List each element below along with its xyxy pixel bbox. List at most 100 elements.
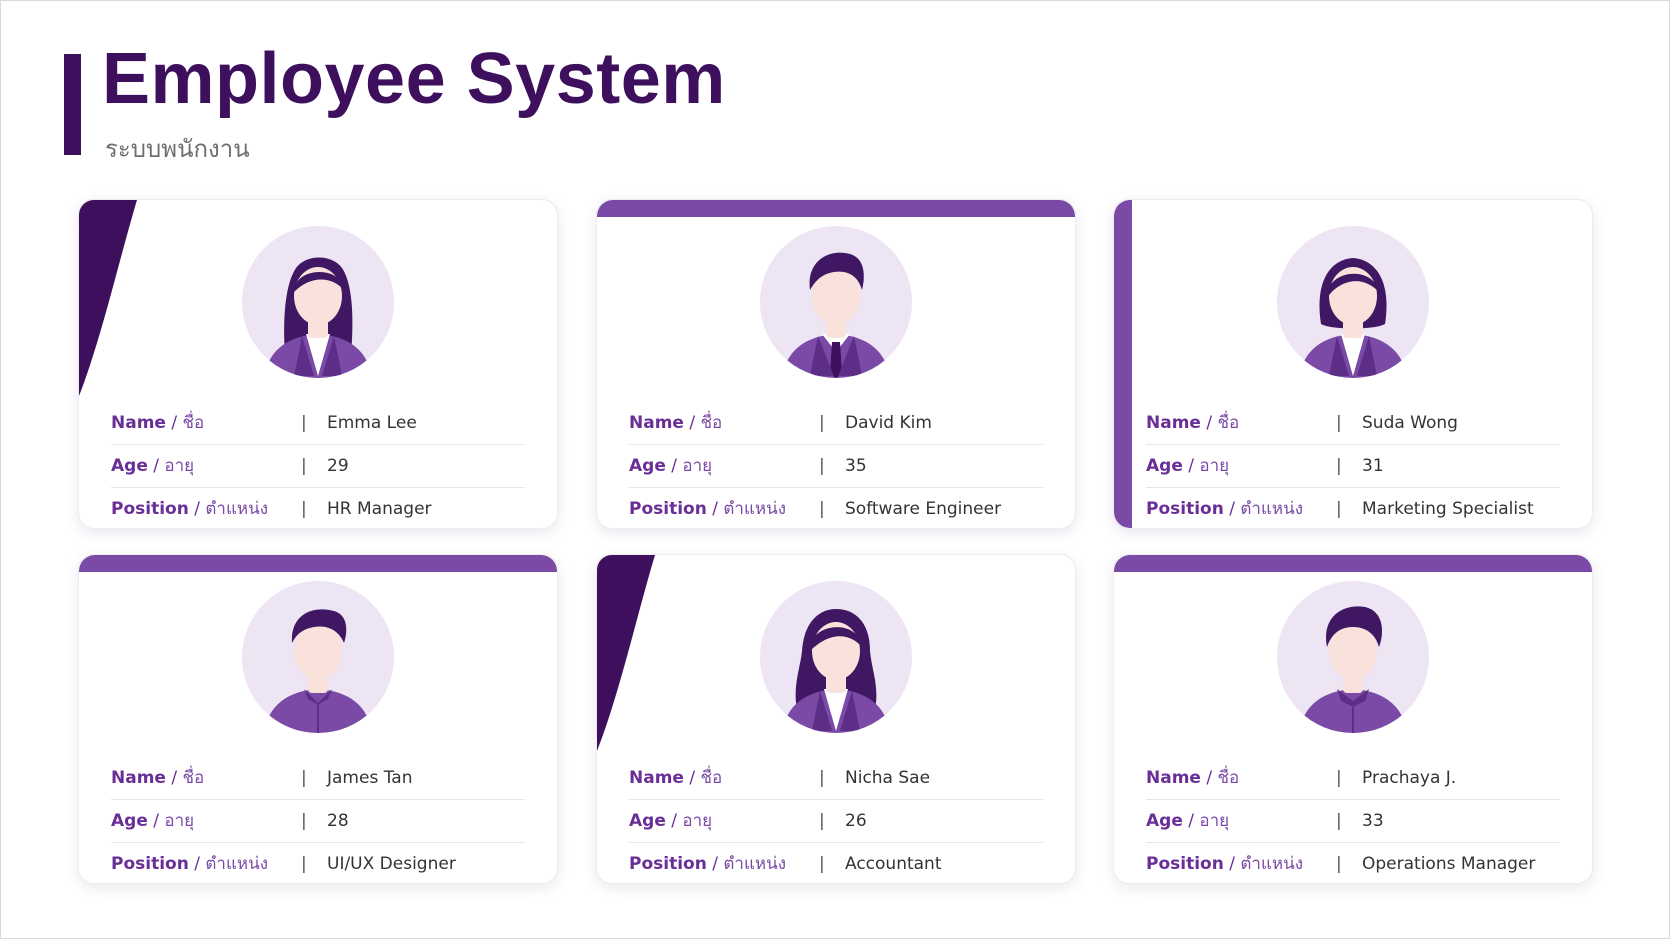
top-accent-bar (79, 555, 557, 572)
label-slash: / (1229, 854, 1235, 874)
name-value: James Tan (327, 768, 413, 788)
separator: | (1336, 811, 1342, 831)
separator: | (1336, 854, 1342, 874)
age-row: Age / อายุ | 26 (629, 800, 1043, 843)
label-slash: / (671, 456, 677, 476)
position-label-th: ตำแหน่ง (205, 854, 269, 874)
age-row: Age / อายุ | 33 (1146, 800, 1560, 843)
separator: | (301, 854, 307, 874)
label-slash: / (1229, 499, 1235, 519)
separator: | (301, 456, 307, 476)
employee-card[interactable]: Name / ชื่อ | Suda Wong Age / อายุ | 31 … (1113, 199, 1593, 529)
employee-info: Name / ชื่อ | Prachaya J. Age / อายุ | 3… (1146, 757, 1560, 883)
employee-info: Name / ชื่อ | Emma Lee Age / อายุ | 29 P… (111, 402, 525, 528)
age-label-th: อายุ (682, 811, 713, 831)
label-slash: / (1206, 413, 1213, 433)
avatar-female-bob (1277, 226, 1429, 378)
name-label-en: Name (1146, 413, 1201, 433)
name-label-en: Name (111, 413, 166, 433)
age-value: 35 (845, 456, 867, 476)
age-row: Age / อายุ | 28 (111, 800, 525, 843)
separator: | (301, 499, 307, 519)
position-value: Software Engineer (845, 499, 1002, 519)
age-value: 29 (327, 456, 349, 476)
employee-card[interactable]: Name / ชื่อ | Nicha Sae Age / อายุ | 26 … (596, 554, 1076, 884)
age-label-en: Age (629, 811, 666, 831)
age-row: Age / อายุ | 35 (629, 445, 1043, 488)
position-label-th: ตำแหน่ง (723, 854, 787, 874)
age-label-th: อายุ (164, 456, 195, 476)
name-value: Emma Lee (327, 413, 417, 433)
position-value: Marketing Specialist (1362, 499, 1534, 519)
name-row: Name / ชื่อ | Suda Wong (1146, 402, 1560, 445)
top-accent-bar (1114, 555, 1592, 572)
corner-swoosh-decoration (79, 200, 137, 396)
separator: | (819, 768, 825, 788)
position-row: Position / ตำแหน่ง | UI/UX Designer (111, 843, 525, 883)
age-value: 33 (1362, 811, 1384, 831)
title-accent-bar (64, 54, 81, 155)
corner-swoosh-decoration (597, 555, 655, 751)
employee-info: Name / ชื่อ | James Tan Age / อายุ | 28 … (111, 757, 525, 883)
employee-card[interactable]: Name / ชื่อ | Emma Lee Age / อายุ | 29 P… (78, 199, 558, 529)
position-row: Position / ตำแหน่ง | Software Engineer (629, 488, 1043, 528)
position-label-th: ตำแหน่ง (1240, 499, 1304, 519)
position-label-en: Position (111, 499, 189, 519)
separator: | (819, 413, 825, 433)
avatar-male-shirt (242, 581, 394, 733)
page-title: Employee System (102, 39, 726, 119)
separator: | (1336, 456, 1342, 476)
page-subtitle: ระบบพนักงาน (105, 135, 250, 163)
avatar-female-wavy (760, 581, 912, 733)
avatar-male-tie (760, 226, 912, 378)
separator: | (1336, 499, 1342, 519)
employee-info: Name / ชื่อ | Suda Wong Age / อายุ | 31 … (1146, 402, 1560, 528)
separator: | (1336, 413, 1342, 433)
position-row: Position / ตำแหน่ง | Accountant (629, 843, 1043, 883)
position-value: Accountant (845, 854, 942, 874)
name-label-en: Name (629, 768, 684, 788)
employee-card[interactable]: Name / ชื่อ | Prachaya J. Age / อายุ | 3… (1113, 554, 1593, 884)
position-label-th: ตำแหน่ง (205, 499, 269, 519)
label-slash: / (153, 811, 159, 831)
avatar-male-collar (1277, 581, 1429, 733)
left-accent-bar (1114, 200, 1132, 528)
label-slash: / (1188, 456, 1194, 476)
position-label-en: Position (1146, 499, 1224, 519)
name-value: Nicha Sae (845, 768, 931, 788)
position-row: Position / ตำแหน่ง | HR Manager (111, 488, 525, 528)
employee-card[interactable]: Name / ชื่อ | David Kim Age / อายุ | 35 … (596, 199, 1076, 529)
name-label-th: ชื่อ (1217, 413, 1240, 433)
position-label-en: Position (111, 854, 189, 874)
name-row: Name / ชื่อ | David Kim (629, 402, 1043, 445)
name-row: Name / ชื่อ | James Tan (111, 757, 525, 800)
separator: | (1336, 768, 1342, 788)
name-row: Name / ชื่อ | Prachaya J. (1146, 757, 1560, 800)
label-slash: / (171, 413, 178, 433)
name-label-th: ชื่อ (700, 413, 723, 433)
name-label-en: Name (1146, 768, 1201, 788)
name-label-th: ชื่อ (182, 413, 205, 433)
age-label-en: Age (1146, 811, 1183, 831)
top-accent-bar (597, 200, 1075, 217)
name-row: Name / ชื่อ | Emma Lee (111, 402, 525, 445)
label-slash: / (1188, 811, 1194, 831)
age-value: 28 (327, 811, 349, 831)
age-row: Age / อายุ | 31 (1146, 445, 1560, 488)
age-value: 31 (1362, 456, 1384, 476)
age-value: 26 (845, 811, 867, 831)
name-value: Suda Wong (1362, 413, 1458, 433)
age-label-th: อายุ (1199, 456, 1230, 476)
avatar-female-long-hair (242, 226, 394, 378)
label-slash: / (689, 768, 696, 788)
name-label-en: Name (629, 413, 684, 433)
name-label-th: ชื่อ (1217, 768, 1240, 788)
age-label-en: Age (629, 456, 666, 476)
separator: | (819, 456, 825, 476)
position-label-th: ตำแหน่ง (723, 499, 787, 519)
employee-card[interactable]: Name / ชื่อ | James Tan Age / อายุ | 28 … (78, 554, 558, 884)
label-slash: / (712, 499, 718, 519)
age-label-en: Age (111, 456, 148, 476)
separator: | (819, 854, 825, 874)
position-label-en: Position (629, 499, 707, 519)
